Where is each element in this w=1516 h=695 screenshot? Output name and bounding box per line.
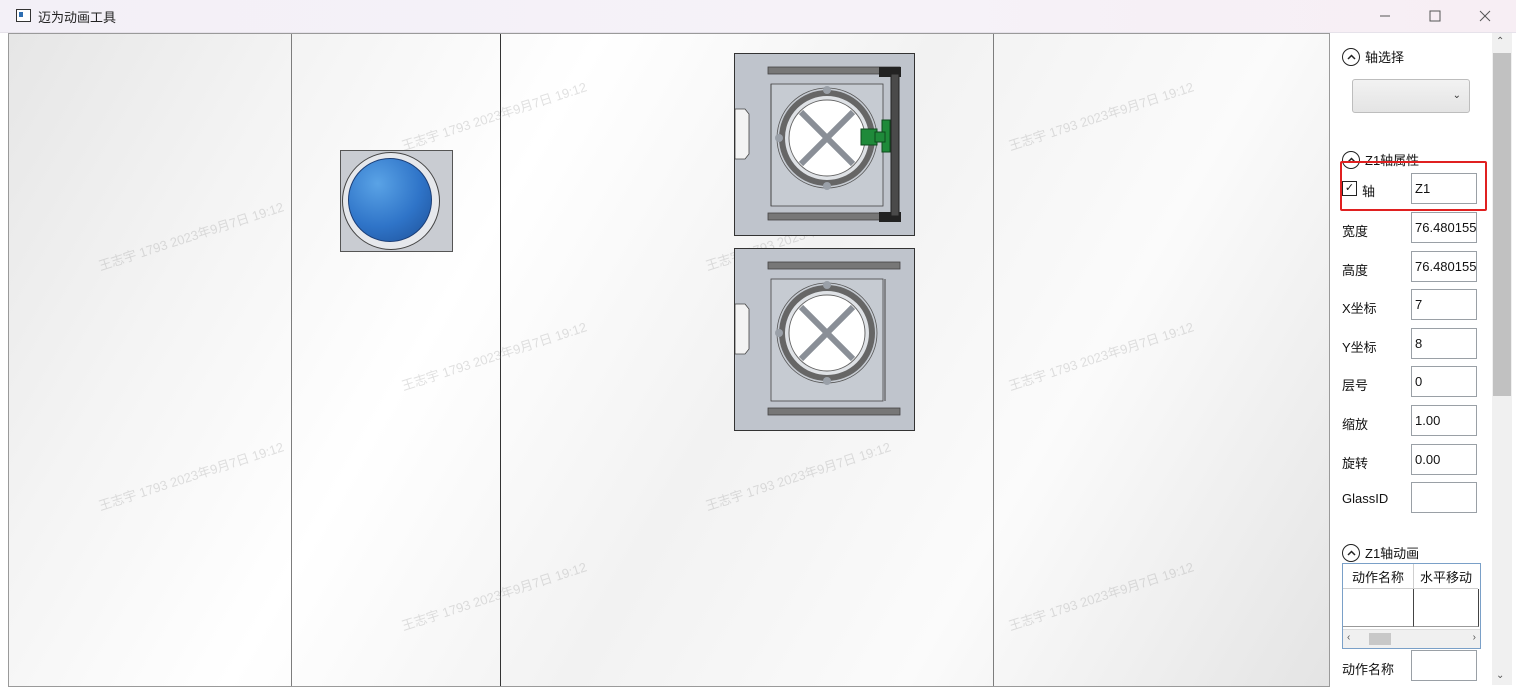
rotate-label: 旋转 (1342, 456, 1369, 471)
height-label: 高度 (1342, 263, 1369, 278)
animation-canvas[interactable]: 王志宇 1793 2023年9月7日 19:12 王志宇 1793 2023年9… (8, 33, 1330, 687)
y-coordinate-label: Y坐标 (1342, 340, 1377, 355)
collapse-up-icon[interactable] (1342, 47, 1360, 66)
axis-name-input[interactable]: Z1 (1411, 173, 1477, 204)
x-coordinate-input[interactable]: 7 (1411, 289, 1477, 320)
grid-cell[interactable] (1343, 589, 1414, 627)
watermark: 王志宇 1793 2023年9月7日 19:12 (703, 439, 893, 514)
watermark: 王志宇 1793 2023年9月7日 19:12 (1006, 559, 1196, 634)
watermark: 王志宇 1793 2023年9月7日 19:12 (399, 559, 589, 634)
divider-line (291, 34, 292, 686)
properties-header-label: Z1轴属性 (1365, 153, 1420, 168)
axis-label: 轴 (1362, 184, 1376, 199)
axis-select-header[interactable]: 轴选择 (1342, 47, 1404, 66)
scrollbar-thumb[interactable] (1493, 53, 1511, 396)
chevron-down-icon[interactable]: ⌄ (1496, 670, 1504, 681)
chevron-down-icon: ⌄ (1452, 90, 1461, 101)
watermark: 王志宇 1793 2023年9月7日 19:12 (399, 319, 589, 394)
rotate-input[interactable]: 0.00 (1411, 444, 1477, 475)
horizontal-scrollbar[interactable]: ‹ › (1343, 629, 1480, 648)
action-name-label: 动作名称 (1342, 662, 1395, 677)
column-header-horizontal-move[interactable]: 水平移动 (1414, 564, 1478, 589)
watermark: 王志宇 1793 2023年9月7日 19:12 (96, 439, 286, 514)
axis-module-z1[interactable] (734, 53, 915, 236)
window-title: 迈为动画工具 (38, 10, 117, 25)
axis-select-dropdown[interactable]: ⌄ (1352, 79, 1470, 113)
grid-cell[interactable] (1414, 589, 1479, 627)
watermark: 王志宇 1793 2023年9月7日 19:12 (1006, 79, 1196, 154)
scale-label: 缩放 (1342, 417, 1369, 432)
app-icon (16, 9, 31, 22)
divider-line (500, 34, 501, 686)
chevron-left-icon[interactable]: ‹ (1347, 632, 1350, 643)
axis-module-icon (734, 261, 901, 416)
glass-id-label: GlassID (1342, 491, 1389, 506)
axis-module[interactable] (734, 248, 915, 431)
scrollbar-thumb[interactable] (1369, 633, 1391, 645)
minimize-icon (1380, 15, 1390, 17)
animation-grid[interactable]: 动作名称 水平移动 ‹ › (1342, 563, 1481, 649)
watermark: 王志宇 1793 2023年9月7日 19:12 (96, 199, 286, 274)
chevron-right-icon[interactable]: › (1473, 632, 1476, 643)
animation-header-label: Z1轴动画 (1365, 546, 1420, 561)
vertical-scrollbar[interactable]: ⌃ ⌄ (1492, 33, 1512, 685)
layer-label: 层号 (1342, 378, 1369, 393)
column-header-action-name[interactable]: 动作名称 (1343, 564, 1414, 589)
action-name-input[interactable] (1411, 650, 1477, 681)
watermark: 王志宇 1793 2023年9月7日 19:12 (1006, 319, 1196, 394)
watermark: 王志宇 1793 2023年9月7日 19:12 (399, 79, 589, 154)
collapse-up-icon[interactable] (1342, 150, 1360, 169)
y-coordinate-input[interactable]: 8 (1411, 328, 1477, 359)
width-input[interactable]: 76.480155 (1411, 212, 1477, 243)
title-bar: 迈为动画工具 (0, 0, 1516, 33)
axis-select-label: 轴选择 (1365, 50, 1405, 65)
property-panel: 轴选择 ⌄ Z1轴属性 ✓ 轴 Z1 宽度 76.480155 高度 76.48… (1331, 33, 1491, 685)
layer-input[interactable]: 0 (1411, 366, 1477, 397)
axis-module-icon (734, 66, 901, 222)
scale-input[interactable]: 1.00 (1411, 405, 1477, 436)
width-label: 宽度 (1342, 224, 1369, 239)
animation-header[interactable]: Z1轴动画 (1342, 543, 1419, 562)
maximize-button[interactable] (1412, 4, 1458, 28)
height-input[interactable]: 76.480155 (1411, 251, 1477, 282)
disc-component[interactable] (340, 150, 453, 252)
chevron-up-icon[interactable]: ⌃ (1496, 36, 1504, 47)
close-icon (1479, 10, 1491, 22)
minimize-button[interactable] (1362, 4, 1408, 28)
axis-enabled-checkbox[interactable]: ✓ (1342, 181, 1357, 196)
close-button[interactable] (1462, 4, 1508, 28)
properties-header[interactable]: Z1轴属性 (1342, 150, 1419, 169)
collapse-up-icon[interactable] (1342, 543, 1360, 562)
maximize-icon (1429, 10, 1441, 22)
glass-id-input[interactable] (1411, 482, 1477, 513)
divider-line (993, 34, 994, 686)
disc-icon (348, 158, 432, 242)
x-coordinate-label: X坐标 (1342, 301, 1377, 316)
